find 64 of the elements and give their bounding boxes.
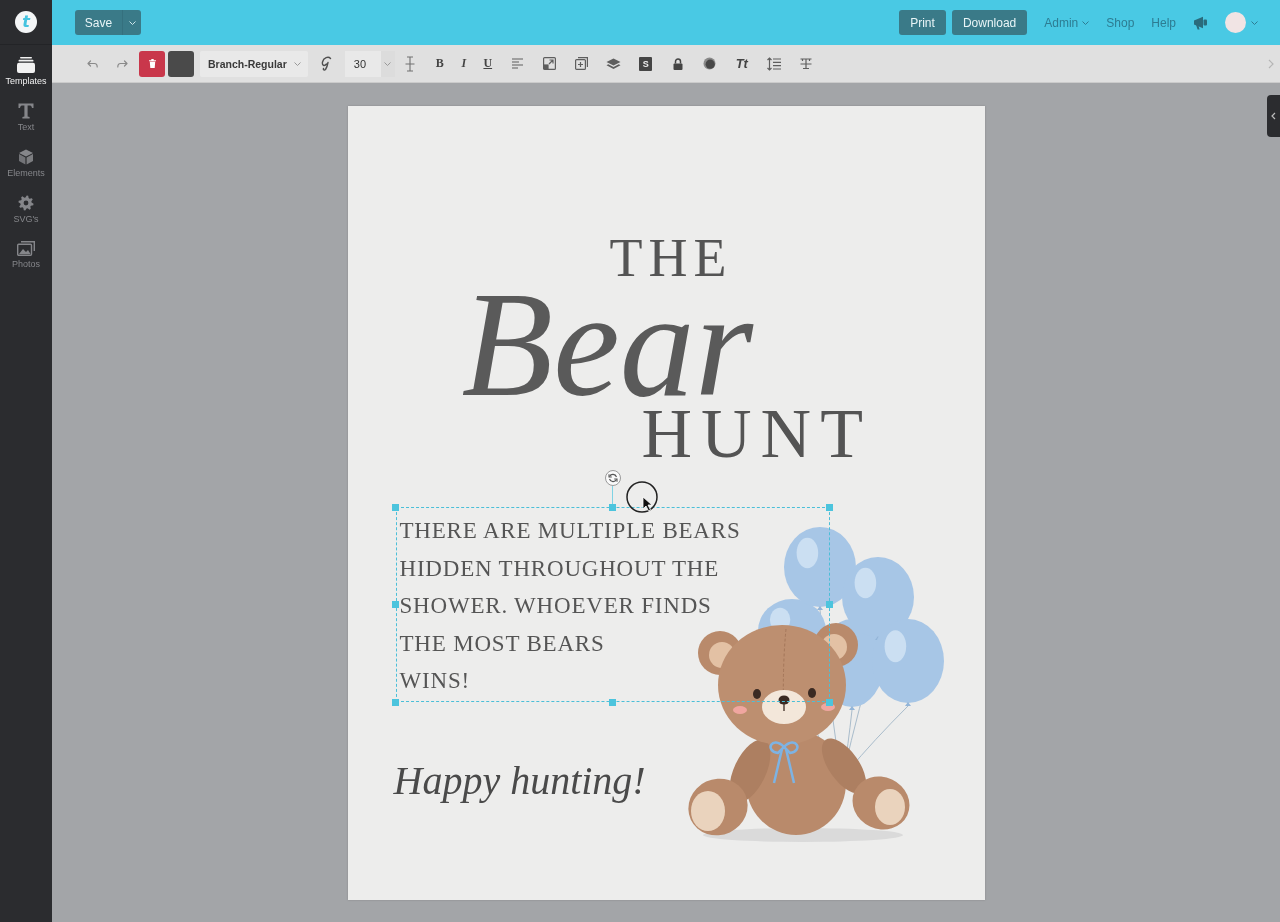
layers-icon[interactable]: [606, 57, 622, 70]
chevron-left-icon: [1271, 112, 1276, 120]
font-size-field[interactable]: 30: [344, 50, 381, 77]
caret-icon[interactable]: [1251, 20, 1258, 25]
resize-handle[interactable]: [392, 698, 399, 706]
script-letter-icon[interactable]: [319, 56, 332, 71]
align-left-icon[interactable]: [512, 58, 524, 69]
sidebar-item[interactable]: SVG's: [0, 187, 52, 233]
line-spacing-icon[interactable]: [766, 56, 781, 71]
sidebar-item[interactable]: Elements: [0, 141, 52, 187]
save-button[interactable]: Save: [75, 10, 122, 35]
download-button[interactable]: Download: [951, 10, 1028, 35]
sidebar-item[interactable]: Text: [0, 95, 52, 141]
trash-icon: [148, 59, 156, 68]
bold-button[interactable]: B: [429, 51, 450, 76]
caret-icon: [293, 61, 301, 66]
save-options-button[interactable]: [122, 10, 141, 35]
megaphone-icon[interactable]: [1193, 15, 1208, 30]
cube-icon: [18, 149, 34, 165]
text-case-button[interactable]: Tt: [729, 51, 754, 76]
underline-button[interactable]: U: [477, 51, 498, 76]
undo-icon[interactable]: [86, 59, 98, 68]
lock-icon[interactable]: [672, 57, 683, 70]
color-swatch[interactable]: [168, 50, 194, 77]
shaded-circle-icon[interactable]: [703, 57, 717, 70]
text-baseline-icon[interactable]: [799, 57, 812, 70]
caret-icon: [1082, 20, 1090, 25]
script-text: Happy hunting!: [393, 758, 647, 804]
i-beam-icon[interactable]: [404, 55, 415, 72]
nav-link[interactable]: Help: [1151, 15, 1176, 30]
italic-button[interactable]: I: [453, 51, 474, 76]
caret-icon: [384, 61, 392, 66]
resize-handle[interactable]: [609, 503, 616, 511]
print-button[interactable]: Print: [899, 10, 946, 35]
resize-handle[interactable]: [609, 698, 616, 706]
image-stack-icon: [17, 241, 35, 256]
delete-button[interactable]: [139, 50, 165, 77]
sidebar-item[interactable]: Photos: [0, 233, 52, 278]
cursor-icon: [625, 481, 660, 515]
rotate-icon: [607, 473, 618, 483]
copy-plus-icon[interactable]: [575, 57, 589, 70]
script-title-text: Bear: [460, 284, 754, 404]
title-text: HUNT: [641, 406, 872, 462]
redo-icon[interactable]: [116, 59, 128, 68]
nav-link[interactable]: Admin: [1044, 15, 1090, 30]
resize-handle[interactable]: [826, 503, 833, 511]
title-text: THE: [609, 236, 733, 282]
resize-handle[interactable]: [392, 503, 399, 511]
chevron-right-icon[interactable]: [1268, 58, 1274, 69]
sidebar-item[interactable]: Templates: [0, 49, 52, 95]
paragraph-text: THERE ARE MULTIPLE BEARS HIDDEN THROUGHOUT THE SHOWER. WHOEVER FINDS THE MOST BEARS WINS!: [399, 517, 741, 695]
avatar[interactable]: [1225, 12, 1246, 33]
resize-handle[interactable]: [826, 601, 833, 608]
resize-handle[interactable]: [826, 698, 833, 706]
resize-handle[interactable]: [392, 601, 399, 608]
card-stack-icon: [17, 57, 35, 73]
nav-link[interactable]: Shop: [1106, 15, 1135, 30]
caret-icon: [128, 20, 136, 25]
gear-icon: [18, 195, 34, 211]
font-select[interactable]: Branch-Regular: [200, 50, 308, 77]
letter-t-icon: [18, 103, 34, 119]
letter-tile-button[interactable]: S: [639, 56, 653, 71]
rotate-handle[interactable]: [604, 470, 621, 486]
panel-toggle-button[interactable]: [1267, 95, 1280, 137]
